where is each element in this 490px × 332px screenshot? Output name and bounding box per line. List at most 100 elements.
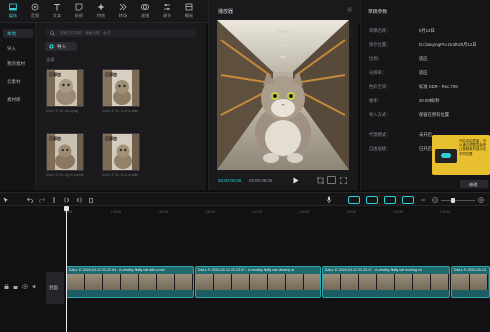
sidebar-item-import[interactable]: 导入 (3, 44, 33, 53)
prop-key: 导入方式： (369, 112, 391, 117)
prop-value: 保留在原有位置 (419, 112, 450, 117)
ruler-tick: | 00:25 (299, 210, 310, 214)
prop-value: 适应 (419, 70, 428, 75)
play-icon[interactable] (293, 177, 299, 184)
auto-snap-toggle[interactable] (366, 196, 378, 204)
search-input[interactable]: 搜索文件名称、画面元素、台词 (46, 29, 196, 37)
prop-row: 导入方式： 保留在原有位置 (369, 112, 487, 120)
track-lock-icon[interactable] (4, 284, 9, 289)
delete-icon[interactable] (88, 197, 94, 203)
time-ruler[interactable]: 00:00 | 00:05 | 00:10 | 00:15 | 00:20 | … (64, 206, 490, 216)
modify-button[interactable]: 修改 (460, 180, 488, 188)
audio-icon (31, 3, 39, 11)
prop-row: 草稿名称： 0月12日 (369, 28, 487, 36)
zoom-out-icon[interactable] (432, 197, 438, 203)
ruler-tick: | 00:20 (252, 210, 263, 214)
media-thumbnail[interactable]: 已添加 (46, 133, 84, 171)
filter-icon (141, 4, 149, 10)
tool-audio[interactable]: 音频 (24, 3, 46, 21)
redo-icon[interactable] (39, 197, 45, 203)
import-button[interactable]: 导入 (45, 42, 77, 51)
sidebar-item-library[interactable]: 素材库 (3, 95, 33, 104)
clip-title: DALL·E 2024-03-13 (454, 268, 486, 272)
search-icon (50, 30, 55, 36)
preview-axis-toggle[interactable] (402, 196, 414, 204)
fullscreen-icon[interactable] (340, 177, 347, 184)
tool-transition[interactable]: 转场 (112, 3, 134, 21)
tool-label: 媒体 (8, 13, 18, 18)
video-preview[interactable] (217, 20, 349, 170)
supermarket-cat-image (217, 20, 349, 170)
media-sidebar: 本地 导入 我的素材 云素材 素材库 (0, 23, 36, 190)
clip-audio-bar (452, 290, 489, 297)
transition-icon (119, 3, 127, 11)
tool-label: 文本 (52, 13, 62, 18)
total-time: 00:00:39:26 (249, 178, 273, 183)
import-label: 导入 (57, 44, 67, 49)
prop-value: 0月12日 (419, 28, 435, 33)
video-clip[interactable]: DALL·E 2024-03-12 22.22.54 - A chubby fl… (66, 266, 194, 298)
prop-value: 未开启 (419, 132, 432, 137)
link-icon[interactable] (420, 197, 426, 203)
ruler-tick: | 00:15 (205, 210, 216, 214)
ruler-tick: | 00:30 (346, 210, 357, 214)
zoom-in-icon[interactable] (478, 197, 484, 203)
video-clip[interactable]: DALL·E 2024-03-13 (451, 266, 490, 298)
media-thumbnail[interactable]: 已添加 (102, 69, 140, 107)
clip-title: DALL·E 2024-03-12 22.22.54 - A chubby fl… (69, 268, 166, 272)
tool-text[interactable]: 文本 (46, 3, 68, 21)
prop-row: 保存位置： D:/JianyingPro Drafts/0月12日 (369, 42, 487, 50)
player-panel: 播放器 00:00:00:00 00:00:39:26 (208, 0, 358, 190)
video-clip[interactable]: DALL·E 2024-03-12 22.23.07 - A chubby fl… (195, 266, 321, 298)
microphone-icon[interactable] (326, 196, 332, 204)
track-lock-icon-2[interactable] (13, 284, 18, 289)
sidebar-item-local[interactable]: 本地 (3, 29, 33, 38)
undo-icon[interactable] (27, 197, 33, 203)
crop-icon[interactable] (317, 177, 324, 184)
playhead-handle[interactable] (64, 206, 69, 211)
video-clip[interactable]: DALL·E 2024-03-12 22.23.17 - A chubby fl… (322, 266, 450, 298)
player-title: 播放器 (218, 9, 234, 15)
prop-key: 草稿名称： (369, 28, 391, 33)
media-thumbnail[interactable]: 已添加 (46, 69, 84, 107)
split-right-icon[interactable] (76, 197, 82, 203)
prop-row: 分辨率： 适应 (369, 70, 487, 78)
ratio-button[interactable] (327, 176, 336, 184)
prop-row: 帧率： 30.00帧/秒 (369, 98, 487, 106)
sidebar-item-my-assets[interactable]: 我的素材 (3, 59, 33, 68)
media-thumbnail[interactable]: 已添加 (102, 133, 140, 171)
tool-effects[interactable]: 特效 (90, 3, 112, 21)
tool-label: 滤镜 (140, 13, 150, 18)
media-panel: 搜索文件名称、画面元素、台词 导入 全部 已添加 DALL·E 20...ed-… (36, 23, 206, 190)
track-visibility-icon[interactable] (22, 284, 28, 289)
sidebar-item-cloud[interactable]: 云素材 (3, 77, 33, 86)
linkage-toggle[interactable] (384, 196, 396, 204)
ruler-tick: | 00:05 (111, 210, 122, 214)
effects-icon (97, 3, 105, 11)
text-icon (54, 4, 60, 11)
section-label: 全部 (46, 57, 55, 62)
adjust-icon (164, 4, 170, 10)
tool-sticker[interactable]: 贴纸 (68, 3, 90, 21)
tool-label: 贴纸 (74, 13, 84, 18)
split-left-icon[interactable] (64, 197, 70, 203)
zoom-slider[interactable] (441, 197, 475, 203)
main-track-magnet-toggle[interactable] (348, 196, 360, 204)
zoom-slider-handle[interactable] (451, 197, 455, 203)
prop-key: 代理模式： (369, 132, 391, 137)
tool-template[interactable]: 模板 (178, 3, 200, 21)
thumbnail-caption: DALL·E 20...ed-splay (46, 109, 79, 113)
cover-button[interactable]: 封面 (46, 272, 64, 304)
clip-audio-bar (67, 290, 193, 297)
props-title: 草稿参数 (368, 10, 388, 15)
track-audio-icon[interactable] (32, 284, 37, 289)
prop-key: 自由层级： (369, 146, 391, 151)
prop-value: 已开启 (419, 146, 432, 151)
tool-filter[interactable]: 滤镜 (134, 3, 156, 21)
tool-adjust[interactable]: 调节 (156, 3, 178, 21)
playhead[interactable] (64, 206, 69, 332)
select-cursor-icon[interactable] (3, 197, 9, 203)
split-icon[interactable] (52, 197, 56, 203)
tool-media[interactable]: 媒体 (2, 3, 24, 21)
menu-icon[interactable] (347, 7, 352, 12)
